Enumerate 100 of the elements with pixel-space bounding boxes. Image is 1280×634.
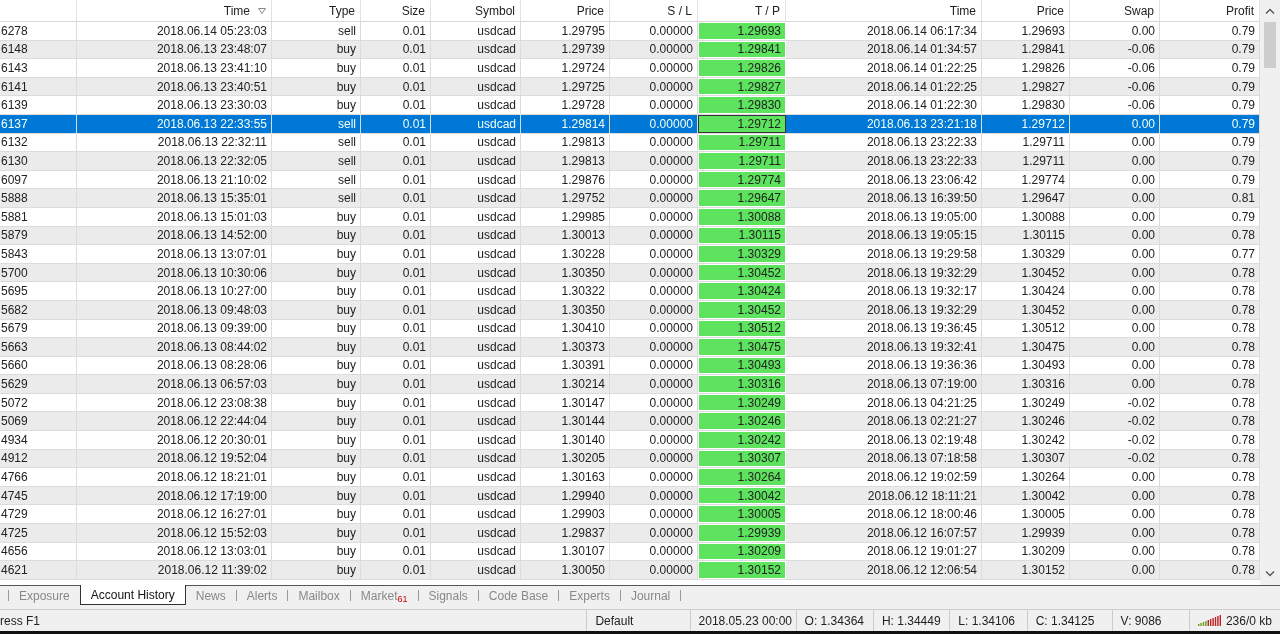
table-cell: 1.29827 [982,77,1070,96]
table-cell: sell [272,133,361,152]
sort-icon [258,7,266,14]
table-cell: 4745 [0,486,77,505]
table-cell: 0.01 [361,449,431,468]
table-cell: 2018.06.13 09:48:03 [77,300,272,319]
table-cell: 1.29752 [521,189,610,207]
column-header[interactable]: Size [361,0,431,21]
table-cell: 1.29826 [698,59,786,77]
table-cell: 0.00 [1070,542,1160,561]
table-row[interactable]: 4725 2018.06.12 15:52:03 buy 0.01 usdcad 1.29837 0.00000 1.29939 2018.06.12 16:07:57 1.29939 0.00 0.78 [0,524,1260,543]
table-cell: 2018.06.13 23:22:33 [786,133,982,152]
table-cell: usdcad [431,412,521,431]
column-header[interactable]: Swap [1070,0,1160,21]
table-cell: 1.29725 [521,77,610,96]
table-cell: usdcad [431,338,521,356]
table-row[interactable]: 6278 2018.06.14 05:23:03 sell 0.01 usdcad 1.29795 0.00000 1.29693 2018.06.14 06:17:34 1.29693 0.00 0.79 [0,22,1260,41]
table-cell: 1.30475 [982,338,1070,356]
table-cell: 0.01 [361,133,431,152]
table-cell: 2018.06.12 11:39:02 [77,561,272,579]
scroll-down-icon[interactable] [1265,571,1275,577]
table-cell: 0.01 [361,561,431,579]
table-cell: 0.01 [361,393,431,412]
column-header[interactable]: T / P [698,0,786,21]
table-cell: 0.00 [1070,22,1160,40]
table-cell: 2018.06.13 08:44:02 [77,338,272,356]
table-cell: 0.00 [1070,486,1160,505]
table-row[interactable]: 5663 2018.06.13 08:44:02 buy 0.01 usdcad 1.30373 0.00000 1.30475 2018.06.13 19:32:41 1.30475 0.00 0.78 [0,338,1260,357]
table-cell: 0.01 [361,356,431,375]
table-cell: 1.29728 [521,96,610,114]
table-cell: 1.30249 [982,393,1070,412]
scrollbar[interactable] [1260,0,1280,585]
table-cell: 6132 [0,133,77,152]
table-cell: 5660 [0,356,77,375]
table-cell: 1.29711 [982,152,1070,170]
table-row[interactable]: 4729 2018.06.12 16:27:01 buy 0.01 usdcad 1.29903 0.00000 1.30005 2018.06.12 18:00:46 1.30005 0.00 0.78 [0,505,1260,525]
table-cell: sell [272,189,361,207]
table-cell: 4725 [0,524,77,542]
table-cell: buy [272,282,361,300]
tab[interactable]: Account History [79,585,186,605]
column-header[interactable]: Time [786,0,982,21]
table-cell: 2018.06.13 23:48:07 [77,40,272,59]
column-header[interactable]: S / L [610,0,698,21]
table-cell: sell [272,152,361,170]
table-row[interactable]: 5888 2018.06.13 15:35:01 sell 0.01 usdcad 1.29752 0.00000 1.29647 2018.06.13 16:39:50 1.29647 0.00 0.81 [0,189,1260,208]
table-row[interactable]: 6143 2018.06.13 23:41:10 buy 0.01 usdcad 1.29724 0.00000 1.29826 2018.06.14 01:22:25 1.29826 -0.06 0.79 [0,59,1260,78]
table-cell: 1.30005 [698,505,786,524]
table-row[interactable]: 5843 2018.06.13 13:07:01 buy 0.01 usdcad 1.30228 0.00000 1.30329 2018.06.13 19:29:58 1.30329 0.00 0.77 [0,245,1260,264]
table-cell: usdcad [431,561,521,579]
scroll-up-icon[interactable] [1265,8,1275,14]
status-text: C: 1.34125 [1035,613,1095,628]
table-cell: buy [272,319,361,338]
table-row[interactable]: 6130 2018.06.13 22:32:05 sell 0.01 usdcad 1.29813 0.00000 1.29711 2018.06.13 23:22:33 1.29711 0.00 0.79 [0,152,1260,171]
table-cell: 0.00 [1070,170,1160,189]
table-cell: 1.30115 [982,226,1070,245]
table-cell: 1.30350 [521,300,610,319]
table-cell: 1.30424 [698,282,786,300]
table-cell: 2018.06.13 22:32:11 [77,133,272,152]
table-cell: 2018.06.12 16:07:57 [786,524,982,542]
column-header[interactable]: Type [272,0,361,21]
table-cell: 1.30475 [698,338,786,356]
table-row[interactable]: 4766 2018.06.12 18:21:01 buy 0.01 usdcad 1.30163 0.00000 1.30264 2018.06.12 19:02:59 1.30264 0.00 0.78 [0,468,1260,487]
table-cell: 1.29712 [982,114,1070,133]
scrollbar-thumb[interactable] [1264,22,1276,68]
table-cell: usdcad [431,226,521,245]
table-cell: usdcad [431,170,521,189]
table-cell: buy [272,393,361,412]
table-cell: 2018.06.13 22:32:05 [77,152,272,170]
table-cell: 2018.06.13 19:36:45 [786,319,982,338]
table-cell: 2018.06.13 23:21:18 [786,114,982,133]
table-row[interactable]: 6139 2018.06.13 23:30:03 buy 0.01 usdcad 1.29728 0.00000 1.29830 2018.06.14 01:22:30 1.29830 -0.06 0.79 [0,96,1260,115]
table-cell: 2018.06.14 01:22:25 [786,59,982,77]
table-row[interactable]: 5695 2018.06.13 10:27:00 buy 0.01 usdcad 1.30322 0.00000 1.30424 2018.06.13 19:32:17 1.30424 0.00 0.78 [0,282,1260,301]
connection-bars-icon [1197,613,1222,628]
table-cell: 1.29795 [521,22,610,40]
table-row[interactable]: 5069 2018.06.12 22:44:04 buy 0.01 usdcad 1.30144 0.00000 1.30246 2018.06.13 02:21:27 1.30246 -0.02 0.78 [0,412,1260,432]
table-cell: 6137 [0,114,77,133]
column-header[interactable]: Price [521,0,610,21]
column-header[interactable]: Price [982,0,1070,21]
status-text: H: 1.34449 [881,613,941,628]
table-cell: 2018.06.12 23:08:38 [77,393,272,412]
table-cell: -0.06 [1070,96,1160,114]
table-row[interactable]: 4934 2018.06.12 20:30:01 buy 0.01 usdcad 1.30140 0.00000 1.30242 2018.06.13 02:19:48 1.30242 -0.02 0.78 [0,431,1260,450]
table-cell: 1.30152 [698,561,786,579]
table-cell: 1.30373 [521,338,610,356]
table-cell: 1.29647 [982,189,1070,207]
table-cell: 1.30042 [982,486,1070,505]
column-header[interactable]: Symbol [431,0,521,21]
table-row[interactable]: 4621 2018.06.12 11:39:02 buy 0.01 usdcad 1.30050 0.00000 1.30152 2018.06.12 12:06:54 1.30152 0.00 0.78 [0,561,1260,580]
table-cell: 2018.06.13 23:06:42 [786,170,982,189]
table-cell: 0.00 [1070,282,1160,300]
column-header[interactable]: Time [77,0,272,21]
table-cell: buy [272,486,361,505]
table-cell: 1.30163 [521,468,610,486]
table-cell: usdcad [431,207,521,226]
table-cell: 1.30144 [521,412,610,431]
status-text: L: 1.34106 [958,613,1015,628]
table-cell: 5072 [0,393,77,412]
table-row[interactable]: 5629 2018.06.13 06:57:03 buy 0.01 usdcad 1.30214 0.00000 1.30316 2018.06.13 07:19:00 1.30316 0.00 0.78 [0,375,1260,394]
table-cell: 0.01 [361,263,431,282]
